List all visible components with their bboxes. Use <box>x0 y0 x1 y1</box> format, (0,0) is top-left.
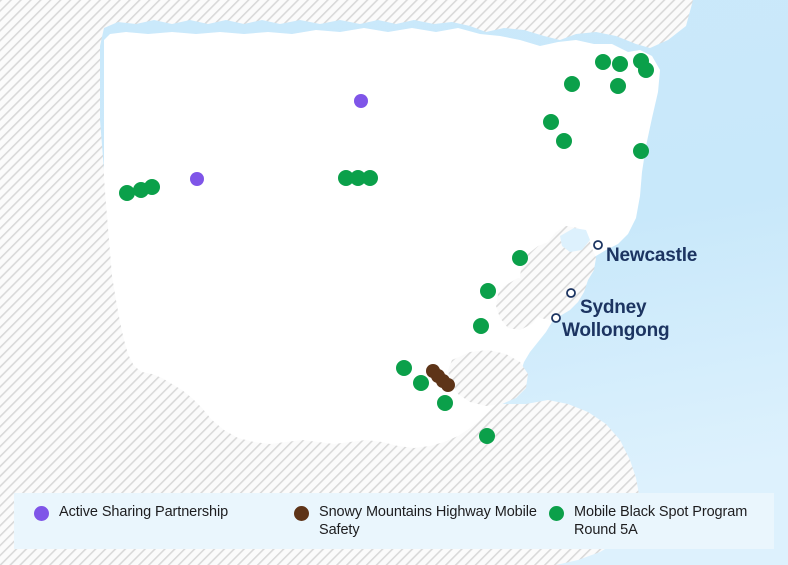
map-marker-mobile-black-spot-program-round-5a[interactable] <box>564 76 580 92</box>
legend-label-mobile-black-spot-program-round-5a: Mobile Black Spot Program Round 5A <box>574 504 748 538</box>
map-marker-mobile-black-spot-program-round-5a[interactable] <box>144 179 160 195</box>
map-marker-mobile-black-spot-program-round-5a[interactable] <box>633 143 649 159</box>
map-marker-mobile-black-spot-program-round-5a[interactable] <box>612 56 628 72</box>
city-marker-newcastle[interactable] <box>593 240 603 250</box>
map-marker-mobile-black-spot-program-round-5a[interactable] <box>362 170 378 186</box>
city-label-sydney: Sydney <box>580 297 647 318</box>
map-marker-mobile-black-spot-program-round-5a[interactable] <box>595 54 611 70</box>
map-canvas <box>0 0 788 565</box>
map-legend: Active Sharing Partnership Snowy Mountai… <box>14 493 774 549</box>
legend-item-active-sharing-partnership[interactable]: Active Sharing Partnership <box>34 504 294 522</box>
map-marker-mobile-black-spot-program-round-5a[interactable] <box>512 250 528 266</box>
map-marker-mobile-black-spot-program-round-5a[interactable] <box>480 283 496 299</box>
map-marker-mobile-black-spot-program-round-5a[interactable] <box>437 395 453 411</box>
map-marker-mobile-black-spot-program-round-5a[interactable] <box>119 185 135 201</box>
map-marker-mobile-black-spot-program-round-5a[interactable] <box>396 360 412 376</box>
map-marker-active-sharing-partnership[interactable] <box>354 94 368 108</box>
map-marker-mobile-black-spot-program-round-5a[interactable] <box>556 133 572 149</box>
legend-label-active-sharing-partnership: Active Sharing Partnership <box>59 504 229 520</box>
map-marker-mobile-black-spot-program-round-5a[interactable] <box>473 318 489 334</box>
map-marker-mobile-black-spot-program-round-5a[interactable] <box>479 428 495 444</box>
legend-label-snowy-mountains-highway-mobile-safety: Snowy Mountains Highway Mobile Safety <box>319 504 537 538</box>
legend-item-mobile-black-spot-program-round-5a[interactable]: Mobile Black Spot Program Round 5A <box>549 504 774 539</box>
map-marker-mobile-black-spot-program-round-5a[interactable] <box>638 62 654 78</box>
map-marker-mobile-black-spot-program-round-5a[interactable] <box>413 375 429 391</box>
map-marker-mobile-black-spot-program-round-5a[interactable] <box>610 78 626 94</box>
legend-item-snowy-mountains-highway-mobile-safety[interactable]: Snowy Mountains Highway Mobile Safety <box>294 504 544 539</box>
map-marker-active-sharing-partnership[interactable] <box>190 172 204 186</box>
map-marker-snowy-mountains-highway-mobile-safety[interactable] <box>441 378 455 392</box>
city-label-newcastle: Newcastle <box>606 245 698 266</box>
legend-swatch-green-dot-icon <box>549 506 564 521</box>
city-label-wollongong: Wollongong <box>562 320 670 341</box>
city-marker-sydney[interactable] <box>566 288 576 298</box>
city-marker-wollongong[interactable] <box>551 313 561 323</box>
mobile-coverage-map-figure: Newcastle Sydney Wollongong Active Shari… <box>0 0 788 565</box>
legend-swatch-brown-dot-icon <box>294 506 309 521</box>
map-marker-mobile-black-spot-program-round-5a[interactable] <box>543 114 559 130</box>
legend-swatch-purple-dot-icon <box>34 506 49 521</box>
